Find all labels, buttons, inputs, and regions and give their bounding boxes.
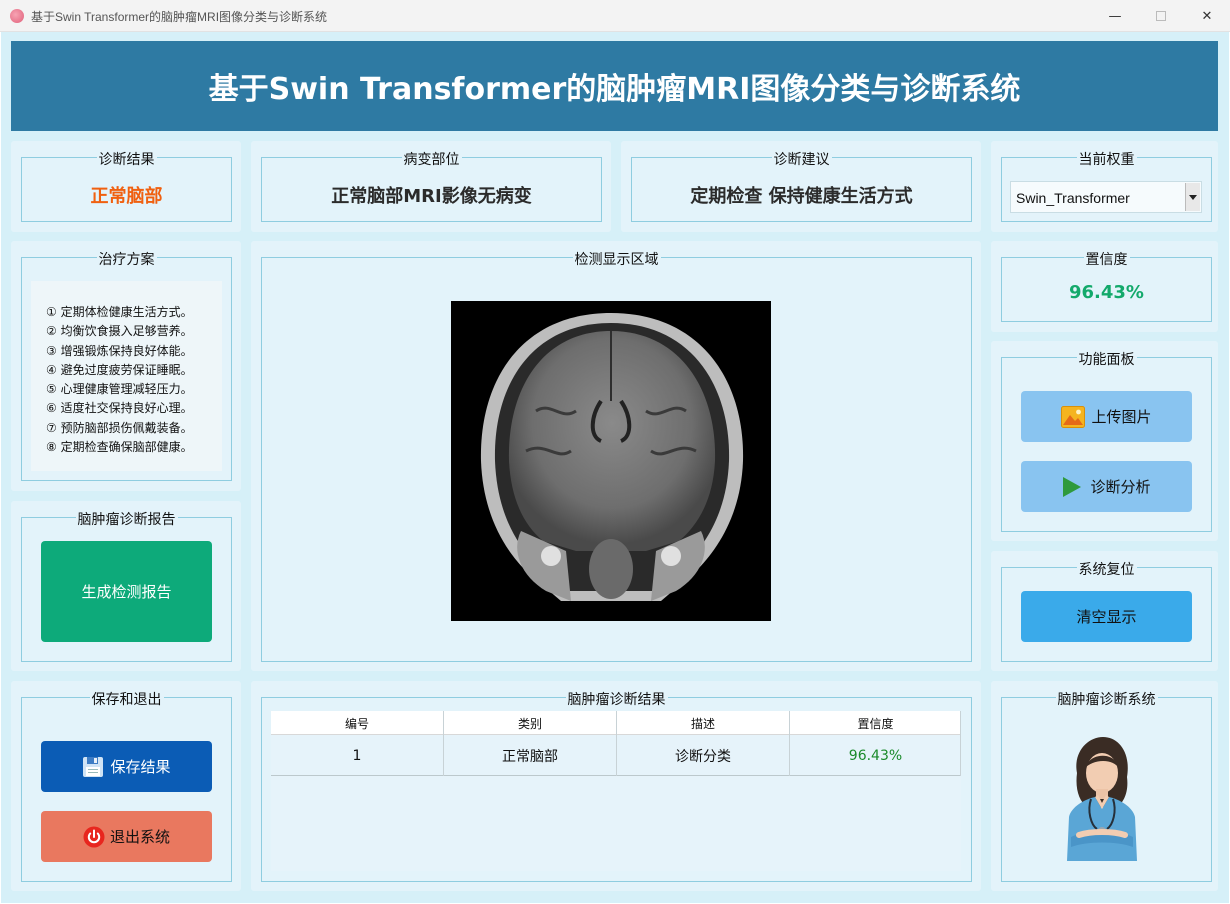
display-label: 检测显示区域 [572,252,661,268]
results-table: 编号 类别 描述 置信度 1 正常脑部 诊断分类 96.43% [271,711,961,871]
column-header-class[interactable]: 类别 [444,711,616,735]
table-cell: 诊断分类 [675,749,731,765]
minimize-icon: — [1108,8,1122,24]
analyze-button[interactable]: 诊断分析 [1021,461,1192,512]
save-exit-label: 保存和退出 [89,692,164,708]
column-header-id[interactable]: 编号 [271,711,443,735]
table-cell: 96.43% [848,748,903,764]
plan-item: ⑧ 定期检查确保脑部健康。 [46,440,193,455]
plan-item: ② 均衡饮食摄入足够营养。 [46,324,193,339]
nurse-avatar [1067,737,1137,861]
weights-selected: Swin_Transformer [1016,190,1130,206]
results-label: 脑肿瘤诊断结果 [565,692,668,708]
weights-label: 当前权重 [1076,152,1137,168]
lesion-group: 病变部位 正常脑部MRI影像无病变 [261,152,602,222]
advice-label: 诊断建议 [771,152,832,168]
power-icon [83,826,105,847]
upload-image-button[interactable]: 上传图片 [1021,391,1192,442]
result-value: 正常脑部 [90,186,163,207]
lesion-value: 正常脑部MRI影像无病变 [331,186,532,207]
report-label: 脑肿瘤诊断报告 [75,512,178,528]
lesion-label: 病变部位 [401,152,462,168]
advice-value: 定期检查 保持健康生活方式 [690,186,913,207]
result-group: 诊断结果 正常脑部 [21,152,232,222]
close-icon: ✕ [1201,8,1213,24]
column-divider [960,711,961,776]
plan-item: ③ 增强锻炼保持良好体能。 [46,343,193,358]
minimize-button[interactable]: — [1092,0,1138,32]
table-cell: 正常脑部 [502,749,558,765]
table-cell: 1 [352,748,362,764]
column-divider [443,711,444,776]
analyze-label: 诊断分析 [1090,478,1151,496]
plan-label: 治疗方案 [96,252,157,268]
window-titlebar: 基于Swin Transformer的脑肿瘤MRI图像分类与诊断系统 — ✕ [0,0,1230,32]
confidence-value: 96.43% [1069,282,1144,303]
clear-display-button[interactable]: 清空显示 [1021,591,1192,642]
save-button[interactable]: 保存结果 [41,741,212,792]
exit-button[interactable]: 退出系统 [41,811,212,862]
plan-item: ⑦ 预防脑部损伤佩戴装备。 [46,420,193,435]
column-header-desc[interactable]: 描述 [617,711,789,735]
plan-item: ④ 避免过度疲劳保证睡眠。 [46,362,193,377]
plan-text-box: ① 定期体检健康生活方式。 ② 均衡饮食摄入足够营养。 ③ 增强锻炼保持良好体能… [31,281,222,471]
floppy-disk-icon [83,756,104,777]
result-label: 诊断结果 [96,152,157,168]
column-divider [616,711,617,776]
plan-item: ⑤ 心理健康管理减轻压力。 [46,382,193,397]
page-title: 基于Swin Transformer的脑肿瘤MRI图像分类与诊断系统 [208,72,1021,107]
advice-group: 诊断建议 定期检查 保持健康生活方式 [631,152,972,222]
window-title: 基于Swin Transformer的脑肿瘤MRI图像分类与诊断系统 [31,10,328,24]
plan-list: ① 定期体检健康生活方式。 ② 均衡饮食摄入足够营养。 ③ 增强锻炼保持良好体能… [46,303,193,457]
mri-image [451,301,771,621]
plan-item: ① 定期体检健康生活方式。 [46,305,193,319]
confidence-label: 置信度 [1083,252,1130,268]
image-icon [1061,405,1086,428]
confidence-group: 置信度 96.43% [1001,252,1212,322]
exit-button-label: 退出系统 [109,828,170,846]
reset-label: 系统复位 [1076,562,1137,578]
column-divider [789,711,790,776]
functions-label: 功能面板 [1076,352,1137,368]
maximize-icon [1156,11,1166,21]
weights-select[interactable]: Swin_Transformer [1010,181,1202,213]
save-button-label: 保存结果 [110,758,171,776]
column-header-confidence[interactable]: 置信度 [790,711,961,735]
maximize-button[interactable] [1138,0,1184,32]
brain-app-icon [10,9,24,23]
generate-report-button[interactable]: 生成检测报告 [41,541,212,642]
brand-label: 脑肿瘤诊断系统 [1055,692,1158,708]
plan-item: ⑥ 适度社交保持良好心理。 [46,401,193,416]
upload-image-label: 上传图片 [1091,408,1152,426]
play-icon [1063,476,1082,497]
app-header: 基于Swin Transformer的脑肿瘤MRI图像分类与诊断系统 [11,41,1218,131]
chevron-down-icon[interactable] [1185,183,1200,211]
close-button[interactable]: ✕ [1184,0,1230,32]
